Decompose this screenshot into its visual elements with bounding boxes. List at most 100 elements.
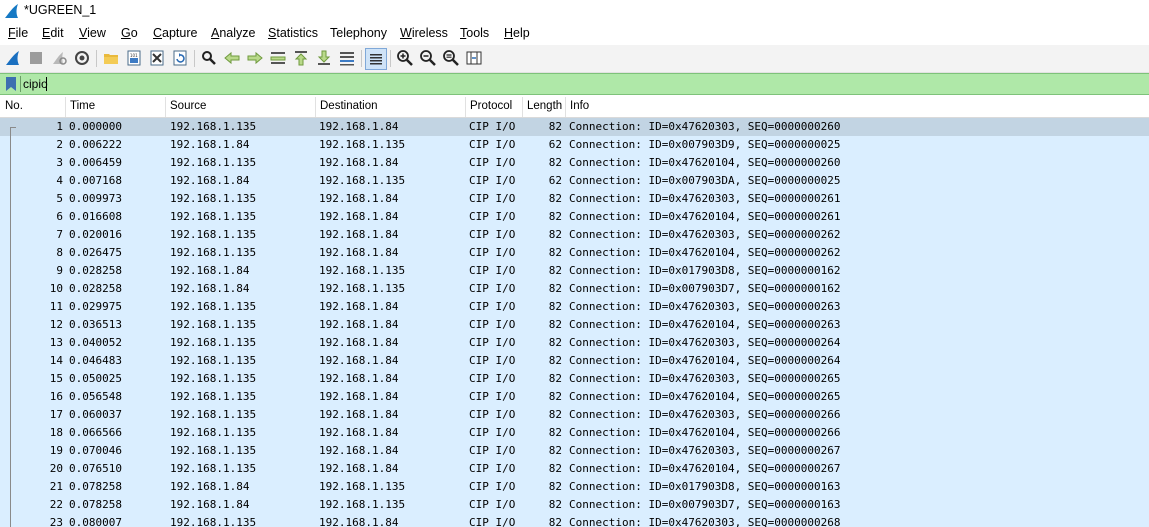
go-forward-icon[interactable]: [246, 49, 264, 67]
packet-length: 82: [548, 462, 562, 475]
packet-source: 192.168.1.135: [170, 156, 257, 169]
packet-info: Connection: ID=0x017903D8, SEQ=000000016…: [569, 264, 841, 277]
packet-list[interactable]: 1 0.000000 192.168.1.135 192.168.1.84 CIP I/…: [0, 118, 1149, 527]
packet-length: 82: [548, 372, 562, 385]
column-divider[interactable]: [165, 97, 166, 117]
menu-analyze[interactable]: Analyze: [211, 26, 255, 40]
table-row[interactable]: 6 0.016608 192.168.1.135 192.168.1.84 CIP I/…: [0, 208, 1149, 226]
packet-info: Connection: ID=0x47620104, SEQ=000000026…: [569, 156, 841, 169]
column-divider[interactable]: [522, 97, 523, 117]
packet-length: 82: [548, 156, 562, 169]
packet-destination: 192.168.1.84: [319, 516, 399, 527]
table-row[interactable]: 14 0.046483 192.168.1.135 192.168.1.84 CIP I…: [0, 352, 1149, 370]
packet-destination: 192.168.1.84: [319, 354, 399, 367]
table-row[interactable]: 13 0.040052 192.168.1.135 192.168.1.84 CIP I…: [0, 334, 1149, 352]
packet-number: 23: [49, 516, 63, 527]
resize-columns-icon[interactable]: [465, 49, 483, 67]
menu-telephony[interactable]: Telephony: [330, 26, 387, 40]
toolbar-separator: [361, 50, 362, 67]
packet-number: 18: [49, 426, 63, 439]
packet-source: 192.168.1.84: [170, 282, 250, 295]
column-header-info[interactable]: Info: [570, 100, 589, 112]
stop-capture-icon[interactable]: [27, 49, 45, 67]
shark-fin-start-icon[interactable]: [4, 49, 22, 67]
table-row[interactable]: 1 0.000000 192.168.1.135 192.168.1.84 CIP I/…: [0, 118, 1149, 136]
display-filter-input[interactable]: [23, 75, 1143, 93]
close-file-icon[interactable]: [148, 49, 166, 67]
column-divider[interactable]: [315, 97, 316, 117]
table-row[interactable]: 15 0.050025 192.168.1.135 192.168.1.84 CIP I…: [0, 370, 1149, 388]
menu-statistics[interactable]: Statistics: [268, 26, 318, 40]
table-row[interactable]: 12 0.036513 192.168.1.135 192.168.1.84 CIP I…: [0, 316, 1149, 334]
column-header-destination[interactable]: Destination: [320, 100, 378, 112]
packet-protocol: CIP I/O: [469, 192, 516, 205]
column-header-protocol[interactable]: Protocol: [470, 100, 512, 112]
packet-number: 11: [49, 300, 63, 313]
table-row[interactable]: 2 0.006222 192.168.1.84 192.168.1.135 CIP I/…: [0, 136, 1149, 154]
restart-capture-icon[interactable]: [50, 49, 68, 67]
menu-file[interactable]: File: [8, 26, 28, 40]
zoom-out-icon[interactable]: [419, 49, 437, 67]
table-row[interactable]: 8 0.026475 192.168.1.135 192.168.1.84 CIP I/…: [0, 244, 1149, 262]
menu-bar: File Edit View Go Capture Analyze Statis…: [0, 23, 1149, 44]
packet-info: Connection: ID=0x007903D7, SEQ=000000016…: [569, 498, 841, 511]
autoscroll-icon[interactable]: [338, 49, 356, 67]
column-header-time[interactable]: Time: [70, 100, 95, 112]
column-divider[interactable]: [465, 97, 466, 117]
packet-time: 0.016608: [69, 210, 122, 223]
packet-source: 192.168.1.135: [170, 192, 257, 205]
table-row[interactable]: 4 0.007168 192.168.1.84 192.168.1.135 CIP I/…: [0, 172, 1149, 190]
menu-help[interactable]: Help: [504, 26, 530, 40]
reload-file-icon[interactable]: [171, 49, 189, 67]
table-row[interactable]: 20 0.076510 192.168.1.135 192.168.1.84 CIP I…: [0, 460, 1149, 478]
table-row[interactable]: 17 0.060037 192.168.1.135 192.168.1.84 CIP I…: [0, 406, 1149, 424]
menu-wireless[interactable]: Wireless: [400, 26, 448, 40]
go-first-icon[interactable]: [292, 49, 310, 67]
go-to-packet-icon[interactable]: [269, 49, 287, 67]
packet-info: Connection: ID=0x47620303, SEQ=000000026…: [569, 372, 841, 385]
packet-length: 82: [548, 354, 562, 367]
packet-protocol: CIP I/O: [469, 174, 516, 187]
table-row[interactable]: 10 0.028258 192.168.1.84 192.168.1.135 CIP I…: [0, 280, 1149, 298]
save-file-icon[interactable]: 101: [125, 49, 143, 67]
bookmark-icon[interactable]: [4, 76, 18, 92]
capture-options-icon[interactable]: [73, 49, 91, 67]
table-row[interactable]: 22 0.078258 192.168.1.84 192.168.1.135 CIP I…: [0, 496, 1149, 514]
table-row[interactable]: 7 0.020016 192.168.1.135 192.168.1.84 CIP I/…: [0, 226, 1149, 244]
packet-length: 82: [548, 210, 562, 223]
menu-view[interactable]: View: [79, 26, 106, 40]
table-row[interactable]: 3 0.006459 192.168.1.135 192.168.1.84 CIP I/…: [0, 154, 1149, 172]
colorize-icon[interactable]: [365, 48, 387, 70]
table-row[interactable]: 9 0.028258 192.168.1.84 192.168.1.135 CIP I/…: [0, 262, 1149, 280]
open-file-icon[interactable]: [102, 49, 120, 67]
go-last-icon[interactable]: [315, 49, 333, 67]
menu-tools[interactable]: Tools: [460, 26, 489, 40]
table-row[interactable]: 18 0.066566 192.168.1.135 192.168.1.84 CIP I…: [0, 424, 1149, 442]
wireshark-logo-icon: [5, 4, 18, 18]
packet-destination: 192.168.1.135: [319, 138, 406, 151]
table-row[interactable]: 5 0.009973 192.168.1.135 192.168.1.84 CIP I/…: [0, 190, 1149, 208]
packet-number: 5: [56, 192, 63, 205]
menu-capture[interactable]: Capture: [153, 26, 197, 40]
menu-edit[interactable]: Edit: [42, 26, 64, 40]
zoom-in-icon[interactable]: [396, 49, 414, 67]
zoom-normal-icon[interactable]: [442, 49, 460, 67]
packet-time: 0.009973: [69, 192, 122, 205]
menu-go[interactable]: Go: [121, 26, 138, 40]
find-packet-icon[interactable]: [200, 49, 218, 67]
column-header-length[interactable]: Length: [527, 100, 562, 112]
go-back-icon[interactable]: [223, 49, 241, 67]
column-header-no[interactable]: No.: [5, 100, 23, 112]
table-row[interactable]: 23 0.080007 192.168.1.135 192.168.1.84 CIP I…: [0, 514, 1149, 527]
column-header-source[interactable]: Source: [170, 100, 206, 112]
table-row[interactable]: 19 0.070046 192.168.1.135 192.168.1.84 CIP I…: [0, 442, 1149, 460]
table-row[interactable]: 21 0.078258 192.168.1.84 192.168.1.135 CIP I…: [0, 478, 1149, 496]
table-row[interactable]: 11 0.029975 192.168.1.135 192.168.1.84 CIP I…: [0, 298, 1149, 316]
column-divider[interactable]: [65, 97, 66, 117]
column-divider[interactable]: [565, 97, 566, 117]
packet-source: 192.168.1.84: [170, 174, 250, 187]
packet-destination: 192.168.1.84: [319, 408, 399, 421]
packet-length: 82: [548, 336, 562, 349]
table-row[interactable]: 16 0.056548 192.168.1.135 192.168.1.84 CIP I…: [0, 388, 1149, 406]
packet-protocol: CIP I/O: [469, 408, 516, 421]
